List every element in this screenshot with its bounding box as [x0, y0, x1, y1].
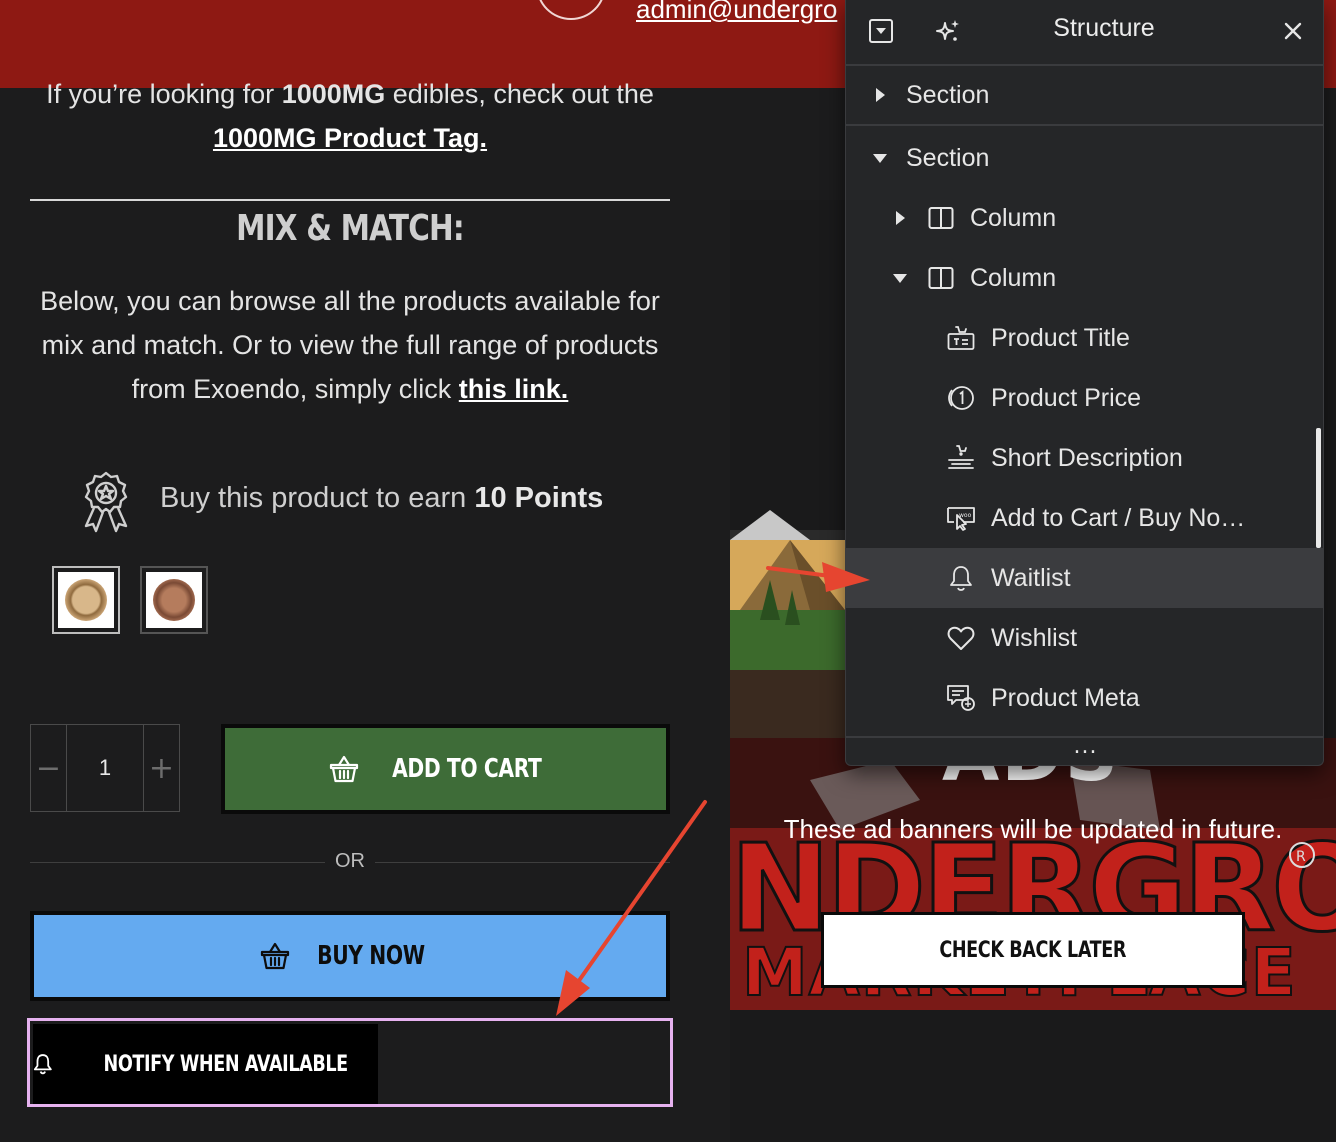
points-value: 10 Points — [474, 482, 604, 514]
structure-item-wishlist[interactable]: Wishlist — [846, 608, 1323, 668]
quantity-decrease-button[interactable]: − — [31, 725, 67, 811]
intro-text-post: edibles, check out the — [385, 79, 654, 109]
check-back-label: CHECK BACK LATER — [939, 937, 1127, 963]
intro-text-pre: If you’re looking for — [46, 79, 282, 109]
caret-down-icon[interactable] — [892, 270, 908, 286]
structure-item-label: Section — [906, 143, 990, 172]
heart-icon — [946, 623, 976, 653]
structure-item-label: Waitlist — [991, 563, 1071, 592]
structure-panel: Structure Section Section Column Column … — [845, 0, 1324, 766]
quantity-stepper: − 1 + — [30, 724, 180, 812]
structure-item-section[interactable]: Section — [846, 128, 1323, 188]
notify-label: NOTIFY WHEN AVAILABLE — [103, 1051, 348, 1077]
structure-panel-header: Structure — [846, 0, 1323, 66]
or-separator: OR — [30, 850, 670, 876]
intro-text: If you’re looking for 1000MG edibles, ch… — [30, 72, 670, 160]
waitlist-widget: NOTIFY WHEN AVAILABLE — [27, 1018, 673, 1107]
product-price-icon — [946, 383, 976, 413]
structure-item-label: Column — [970, 263, 1057, 292]
variation-swatch-dark[interactable] — [140, 566, 208, 634]
product-title-icon — [946, 323, 976, 353]
close-icon[interactable] — [1278, 16, 1308, 46]
award-ribbon-icon — [84, 471, 128, 533]
banner-caption-text: These ad banners will be updated in futu… — [783, 814, 1283, 844]
quantity-input[interactable]: 1 — [67, 725, 143, 811]
product-meta-icon — [946, 683, 976, 713]
structure-item-label: Product Price — [991, 383, 1142, 412]
quantity-increase-button[interactable]: + — [143, 725, 179, 811]
variation-swatch-light[interactable] — [52, 566, 120, 634]
intro-line: If you’re looking for 1000MG edibles, ch… — [30, 72, 670, 116]
more-options-icon[interactable]: ... — [846, 736, 1323, 765]
caret-right-icon[interactable] — [892, 210, 908, 226]
panel-scrollbar[interactable] — [1316, 428, 1321, 548]
notify-when-available-button[interactable]: NOTIFY WHEN AVAILABLE — [33, 1024, 378, 1104]
structure-item-column[interactable]: Column — [846, 188, 1323, 248]
bell-icon — [946, 563, 976, 593]
structure-item-label: Section — [906, 80, 990, 109]
svg-text:woo: woo — [959, 512, 972, 519]
points-text-pre: Buy this product to earn — [160, 482, 475, 514]
caret-right-icon[interactable] — [872, 87, 888, 103]
caret-down-icon[interactable] — [872, 150, 888, 166]
short-description-icon — [946, 443, 976, 473]
svg-text:R: R — [1296, 849, 1306, 865]
mix-match-link[interactable]: this link. — [459, 374, 569, 404]
check-back-later-button[interactable]: CHECK BACK LATER — [821, 912, 1245, 988]
buy-now-button[interactable]: BUY NOW — [30, 911, 670, 1001]
structure-item-label: Product Meta — [991, 683, 1140, 712]
add-to-cart-icon: woo — [946, 503, 976, 533]
add-to-cart-label: ADD TO CART — [391, 754, 542, 784]
divider — [30, 199, 670, 201]
structure-item-label: Wishlist — [991, 623, 1078, 652]
structure-item-waitlist[interactable]: Waitlist — [846, 548, 1323, 608]
swatch-image — [146, 572, 202, 628]
structure-item-add-to-cart[interactable]: woo Add to Cart / Buy No… — [846, 488, 1323, 548]
add-to-cart-button[interactable]: ADD TO CART — [221, 724, 670, 814]
header-email-link[interactable]: admin@undergro — [636, 0, 837, 25]
intro-text-bold: 1000MG — [281, 79, 386, 109]
structure-item-short-description[interactable]: Short Description — [846, 428, 1323, 488]
or-text: OR — [335, 850, 365, 872]
mix-match-heading: MIX & MATCH: — [236, 208, 465, 249]
avatar[interactable] — [536, 0, 606, 20]
column-icon — [926, 263, 956, 293]
structure-item-column[interactable]: Column — [846, 248, 1323, 308]
points-text: Buy this product to earn 10 Points — [160, 482, 603, 515]
structure-item-section[interactable]: Section — [846, 66, 1323, 126]
points-notice: Buy this product to earn 10 Points — [78, 470, 678, 534]
structure-item-label: Short Description — [991, 443, 1183, 472]
structure-panel-title: Structure — [1053, 14, 1155, 42]
buy-now-label: BUY NOW — [317, 941, 425, 971]
basket-icon — [329, 755, 358, 783]
bell-icon — [33, 1054, 52, 1075]
structure-item-product-meta[interactable]: Product Meta — [846, 668, 1323, 728]
swatch-image — [58, 572, 114, 628]
or-line-right — [375, 862, 670, 863]
or-line-left — [30, 862, 325, 863]
structure-item-label: Add to Cart / Buy No… — [991, 503, 1246, 532]
mix-match-text: Below, you can browse all the products a… — [30, 279, 670, 411]
structure-item-product-title[interactable]: Product Title — [846, 308, 1323, 368]
product-thumbnail — [153, 579, 195, 621]
product-tag-link[interactable]: 1000MG Product Tag. — [213, 123, 487, 153]
banner-caption: These ad banners will be updated in futu… — [730, 814, 1336, 845]
product-thumbnail — [65, 579, 107, 621]
column-icon — [926, 203, 956, 233]
structure-item-label: Product Title — [991, 323, 1130, 352]
structure-item-label: Column — [970, 203, 1057, 232]
structure-item-product-price[interactable]: Product Price — [846, 368, 1323, 428]
basket-icon — [260, 942, 290, 970]
